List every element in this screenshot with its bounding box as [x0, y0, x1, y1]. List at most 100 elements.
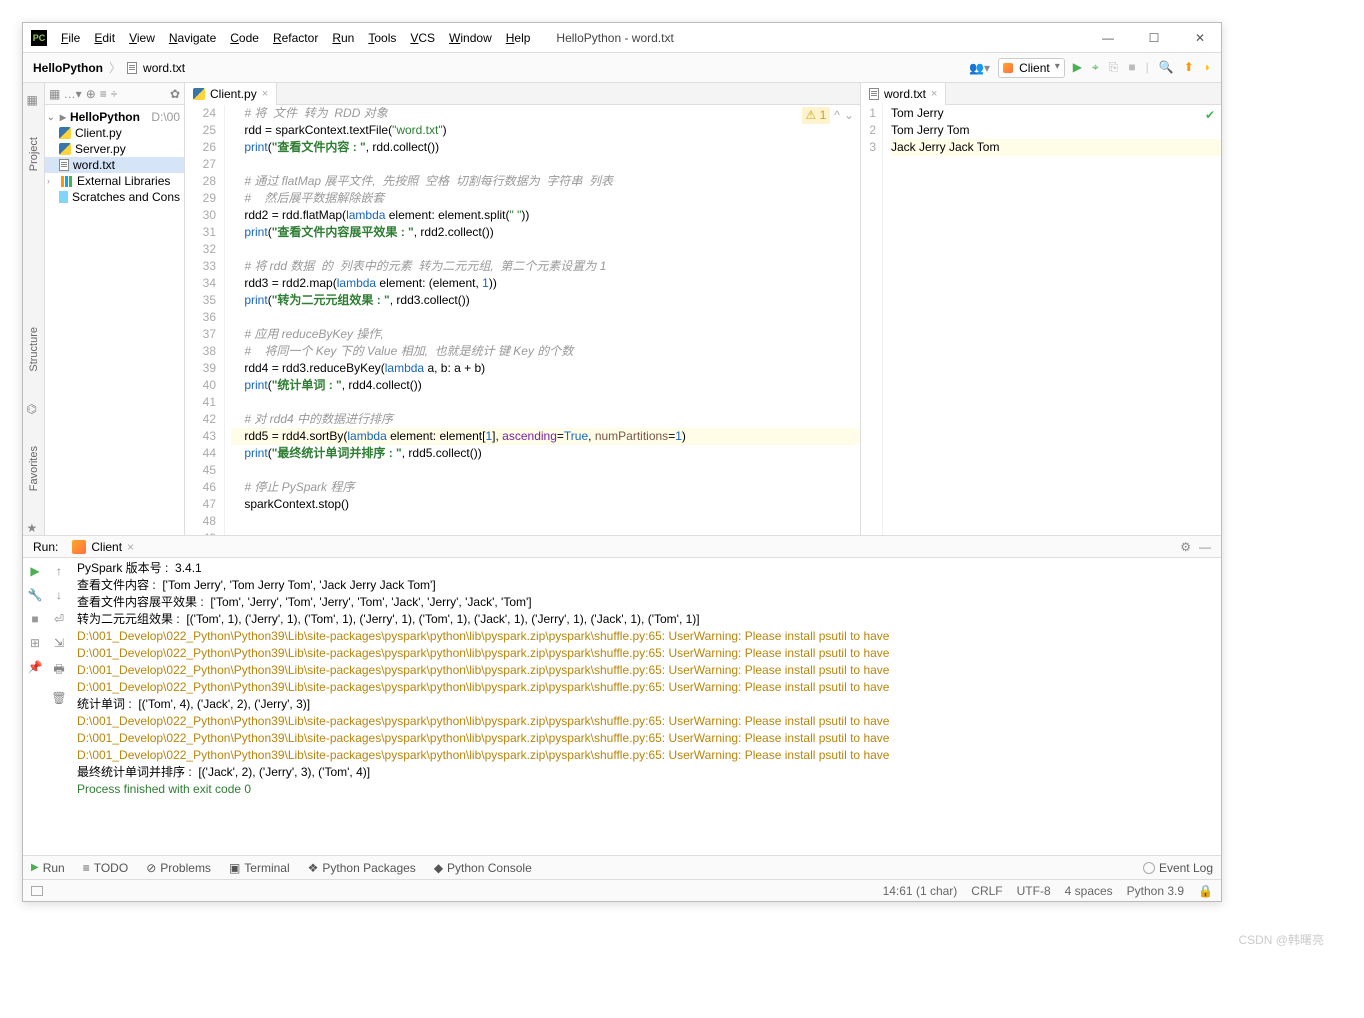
tree-file-selected[interactable]: word.txt: [45, 157, 184, 173]
word-editor-body[interactable]: 123 Tom JerryTom Jerry TomJack Jerry Jac…: [861, 105, 1221, 535]
status-encoding[interactable]: UTF-8: [1017, 884, 1051, 898]
window-controls: — ☐ ✕: [1095, 31, 1213, 45]
python-file-icon: [59, 127, 71, 139]
minimize-button[interactable]: —: [1095, 31, 1121, 45]
status-indent[interactable]: 4 spaces: [1065, 884, 1113, 898]
ide-scripting-button[interactable]: ◗: [1204, 60, 1211, 75]
close-tab-icon[interactable]: ×: [931, 88, 937, 100]
lock-icon[interactable]: 🔒: [1198, 884, 1213, 898]
locate-icon[interactable]: ⊕: [86, 87, 96, 101]
editor-tab[interactable]: Client.py ×: [185, 83, 277, 105]
tree-file[interactable]: Client.py: [45, 125, 184, 141]
bottom-tab-problems[interactable]: ⊘ Problems: [146, 861, 211, 875]
menu-navigate[interactable]: Navigate: [163, 29, 222, 47]
main-editor: Client.py × 2425262728293031323334353637…: [185, 83, 861, 535]
bottom-tab-terminal[interactable]: ▣ Terminal: [229, 861, 290, 875]
bubble-icon: [1143, 862, 1155, 874]
menu-window[interactable]: Window: [443, 29, 498, 47]
editor-body[interactable]: 2425262728293031323334353637383940414243…: [185, 105, 860, 535]
hide-run-icon[interactable]: —: [1199, 540, 1211, 554]
run-config-select[interactable]: Client: [998, 58, 1065, 78]
close-button[interactable]: ✕: [1187, 31, 1213, 45]
text-file-icon: [869, 88, 879, 100]
tree-root[interactable]: ⌄▸ HelloPython D:\00: [45, 109, 184, 125]
debug-button[interactable]: ⌖: [1092, 60, 1099, 75]
project-tree[interactable]: ⌄▸ HelloPython D:\00 Client.py Server.py…: [45, 105, 184, 209]
bottom-tab-python-console[interactable]: ◆ Python Console: [434, 861, 532, 875]
close-run-tab[interactable]: ×: [127, 540, 134, 554]
close-tab-icon[interactable]: ×: [262, 88, 268, 100]
rerun-button[interactable]: ▶: [30, 564, 39, 578]
search-everywhere-icon[interactable]: 🔍: [1159, 60, 1174, 75]
file-icon: [127, 62, 137, 74]
stop-button[interactable]: ■: [1128, 60, 1135, 75]
expand-icon[interactable]: ≡: [100, 87, 107, 101]
ide-window: PC FileEditViewNavigateCodeRefactorRunTo…: [22, 22, 1222, 902]
side-editor: word.txt × 123 Tom JerryTom Jerry TomJac…: [861, 83, 1221, 535]
favorites-tool-label[interactable]: Favorites: [28, 446, 40, 491]
bottom-tab-todo[interactable]: ≡ TODO: [83, 861, 128, 875]
tree-scratches[interactable]: Scratches and Cons: [45, 189, 184, 205]
library-icon: [61, 176, 73, 187]
coverage-button[interactable]: ⎘: [1109, 60, 1119, 75]
editor-tab[interactable]: word.txt ×: [861, 83, 946, 105]
editor-tabs: Client.py ×: [185, 83, 860, 105]
menu-help[interactable]: Help: [500, 29, 537, 47]
run-config-icon: [72, 540, 86, 554]
stop-button[interactable]: ■: [31, 612, 38, 626]
settings-icon[interactable]: ✿: [170, 87, 180, 101]
scratch-icon: [59, 191, 68, 203]
project-tool-icon[interactable]: ▦: [27, 93, 41, 107]
structure-tool-label[interactable]: Structure: [28, 327, 40, 372]
inspection-widget[interactable]: ⚠ 1 ^⌄: [802, 107, 854, 124]
project-tool-label[interactable]: Project: [28, 137, 40, 171]
tree-file[interactable]: Server.py: [45, 141, 184, 157]
pin-icon[interactable]: 📌: [28, 660, 43, 674]
bottom-tab-python-packages[interactable]: ❖ Python Packages: [308, 861, 416, 875]
maximize-button[interactable]: ☐: [1141, 31, 1167, 45]
word-content[interactable]: Tom JerryTom Jerry TomJack Jerry Jack To…: [883, 105, 1221, 535]
menu-vcs[interactable]: VCS: [404, 29, 441, 47]
status-box-icon[interactable]: [31, 886, 43, 896]
trash-icon[interactable]: 🗑: [51, 691, 66, 705]
favorites-tool-icon[interactable]: ★: [27, 521, 41, 535]
project-panel-header: ▦ …▾ ⊕ ≡ ÷ ✿: [45, 83, 184, 105]
menu-code[interactable]: Code: [224, 29, 265, 47]
project-view-select[interactable]: ▦ …▾: [49, 87, 82, 101]
menu-view[interactable]: View: [123, 29, 161, 47]
status-eol[interactable]: CRLF: [971, 884, 1002, 898]
run-body: ▶ 🔧 ■ ⊞ 📌 ↑ ↓ ⏎ ⇲ 🖶 🗑 PySpark 版本号 : 3.4.…: [23, 558, 1221, 855]
breadcrumb-file[interactable]: word.txt: [143, 61, 185, 75]
tree-external-libs[interactable]: ›External Libraries: [45, 173, 184, 189]
python-file-icon: [59, 143, 71, 155]
menu-run[interactable]: Run: [326, 29, 360, 47]
update-button[interactable]: ⬆: [1184, 60, 1194, 75]
up-icon[interactable]: ↑: [56, 564, 62, 578]
main-area: ▦ Project Structure ⌬ Favorites ★ ▦ …▾ ⊕…: [23, 83, 1221, 535]
wrench-icon[interactable]: 🔧: [28, 588, 43, 602]
soft-wrap-icon[interactable]: ⏎: [54, 612, 64, 626]
run-settings-icon[interactable]: ⚙: [1180, 540, 1191, 554]
bottom-tab-run[interactable]: ▶Run: [31, 861, 65, 875]
bottom-tab-event-log[interactable]: Event Log: [1143, 861, 1213, 875]
status-interpreter[interactable]: Python 3.9: [1127, 884, 1184, 898]
menu-file[interactable]: File: [55, 29, 86, 47]
main-menu[interactable]: FileEditViewNavigateCodeRefactorRunTools…: [55, 29, 536, 47]
menu-edit[interactable]: Edit: [88, 29, 121, 47]
breadcrumb-project[interactable]: HelloPython: [33, 61, 103, 75]
code-with-me-icon[interactable]: 👥▾: [969, 61, 990, 75]
status-position[interactable]: 14:61 (1 char): [883, 884, 958, 898]
menu-tools[interactable]: Tools: [362, 29, 402, 47]
code-content[interactable]: # 将 文件 转为 RDD 对象 rdd = sparkContext.text…: [225, 105, 860, 535]
layout-icon[interactable]: ⊞: [30, 636, 40, 650]
run-button[interactable]: ▶: [1073, 60, 1082, 75]
down-icon[interactable]: ↓: [56, 588, 62, 602]
print-icon[interactable]: 🖶: [53, 660, 64, 681]
scroll-end-icon[interactable]: ⇲: [54, 636, 64, 650]
structure-tool-icon[interactable]: ⌬: [27, 402, 41, 416]
collapse-icon[interactable]: ÷: [111, 87, 118, 101]
run-tab[interactable]: Client ×: [66, 540, 140, 554]
menu-refactor[interactable]: Refactor: [267, 29, 324, 47]
breadcrumb[interactable]: HelloPython 〉 word.txt: [33, 59, 185, 76]
console-output[interactable]: PySpark 版本号 : 3.4.1查看文件内容 : ['Tom Jerry'…: [71, 558, 1221, 855]
